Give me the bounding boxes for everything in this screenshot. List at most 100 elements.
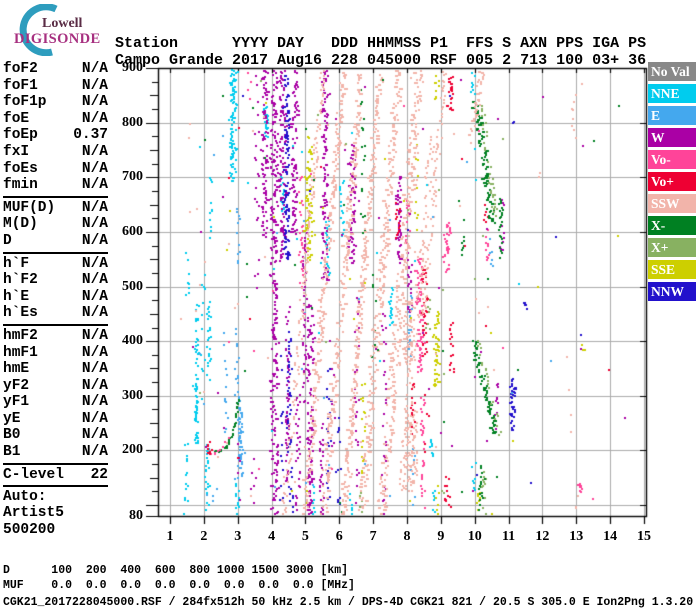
color-legend: No Val NNE E W Vo- Vo+ SSW X- X+ SSE NNW (648, 62, 698, 304)
param-row-d: D N/A (3, 233, 108, 250)
param-label: hmE (3, 361, 30, 378)
y-tick-label: 600 (122, 223, 143, 239)
param-row-ye: yE N/A (3, 411, 108, 428)
param-value: N/A (81, 94, 108, 111)
x-tick-label: 5 (301, 529, 309, 544)
param-value: N/A (81, 444, 108, 461)
param-label: hmF2 (3, 327, 38, 344)
legend-item-vo+: Vo+ (648, 172, 696, 191)
param-value: N/A (81, 288, 108, 305)
param-label: yF2 (3, 377, 30, 394)
param-value: N/A (81, 361, 108, 378)
y-tick-label: 300 (122, 387, 143, 403)
muf-row: MUF 0.0 0.0 0.0 0.0 0.0 0.0 0.0 0.0 [MHz… (3, 579, 355, 592)
param-label: foF2 (3, 61, 38, 77)
param-row-hme: hmE N/A (3, 361, 108, 378)
param-row-foe: foE N/A (3, 111, 108, 128)
param-value: N/A (81, 305, 108, 322)
x-tick-label: 1 (166, 529, 174, 544)
param-label: M(D) (3, 216, 38, 233)
y-tick-label: 500 (122, 278, 143, 294)
param-label: foF1 (3, 77, 38, 94)
param-row-fof1: foF1 N/A (3, 78, 108, 95)
header-line2: Campo Grande 2017 Aug16 228 045000 RSF 0… (115, 52, 647, 69)
param-group: C-level 22 (3, 467, 108, 488)
param-value: N/A (81, 272, 108, 289)
param-row-fmin: fmin N/A (3, 177, 108, 194)
lowell-digisonde-logo: Lowell DIGISONDE (6, 3, 111, 57)
legend-item-sse: SSE (648, 260, 696, 279)
autoscale-info-line: Artist5 (3, 505, 64, 522)
param-group: h`F N/A h`F2 N/A h`E N/A h`Es N/A (3, 256, 108, 326)
param-label: B1 (3, 444, 21, 461)
x-tick-label: 9 (437, 529, 445, 544)
param-value: N/A (81, 199, 108, 216)
x-tick-label: 4 (268, 529, 276, 544)
param-label: MUF(D) (3, 199, 56, 216)
param-row-hmf2: hmF2 N/A (3, 328, 108, 345)
parameters-panel: foF2 N/A foF1 N/A foF1p N/A foE N/A foEp 0.37 fxI N… (3, 61, 108, 538)
param-row-fof2: foF2 N/A (3, 61, 108, 78)
param-label: foE (3, 110, 30, 127)
param-row-yf1: yF1 N/A (3, 394, 108, 411)
y-tick-label: 800 (122, 114, 143, 130)
param-label: fxI (3, 143, 30, 160)
param-value: N/A (81, 327, 108, 344)
param-value: N/A (81, 410, 108, 427)
x-tick-label: 13 (569, 529, 584, 544)
legend-item-x-: X- (648, 216, 696, 235)
param-label: D (3, 232, 12, 249)
x-tick-label: 8 (403, 529, 411, 544)
x-tick-label: 12 (535, 529, 550, 544)
legend-item-ssw: SSW (648, 194, 696, 213)
param-label: h`F (3, 255, 30, 272)
param-label: fmin (3, 177, 38, 194)
param-value: N/A (81, 377, 108, 394)
d-row: D 100 200 400 600 800 1000 1500 3000 [km… (3, 563, 349, 577)
distance-muf-table: D 100 200 400 600 800 1000 1500 3000 [km… (3, 563, 355, 594)
param-value: N/A (81, 143, 108, 160)
autoscale-info-line: Auto: (3, 489, 47, 506)
x-tick-label: 11 (501, 529, 516, 544)
param-row-foep: foEp 0.37 (3, 127, 108, 144)
header-line1: Station YYYY DAY DDD HHMMSS P1 FFS S AXN… (115, 35, 647, 52)
param-label: hmF1 (3, 344, 38, 361)
param-value: N/A (81, 110, 108, 127)
logo-text-digisonde: DIGISONDE (14, 31, 101, 47)
param-row-md: M(D) N/A (3, 216, 108, 233)
param-row-yf2: yF2 N/A (3, 378, 108, 395)
param-group: foF2 N/A foF1 N/A foF1p N/A foE N/A foEp 0.37 fxI N… (3, 61, 108, 198)
param-value: 22 (90, 466, 108, 483)
param-group: MUF(D) N/A M(D) N/A D N/A (3, 200, 108, 254)
x-tick-label: 10 (467, 529, 482, 544)
legend-item-nne: NNE (648, 84, 696, 103)
param-row-hmf1: hmF1 N/A (3, 345, 108, 362)
param-value: N/A (81, 394, 108, 411)
param-row-b0: B0 N/A (3, 427, 108, 444)
y-tick-label: 400 (122, 333, 143, 349)
legend-item-e: E (648, 106, 696, 125)
param-value: N/A (81, 77, 108, 94)
x-tick-label: 2 (200, 529, 208, 544)
param-value: 0.37 (73, 127, 108, 144)
param-value: N/A (81, 232, 108, 249)
param-row-fof1p: foF1p N/A (3, 94, 108, 111)
x-tick-label: 7 (369, 529, 377, 544)
param-label: C-level (3, 466, 64, 483)
legend-item-nnw: NNW (648, 282, 696, 301)
param-value: N/A (81, 160, 108, 177)
status-line: CGK21_2017228045000.RSF / 284fx512h 50 k… (3, 595, 694, 609)
param-value: N/A (81, 344, 108, 361)
legend-item-x+: X+ (648, 238, 696, 257)
param-label: foF1p (3, 94, 47, 111)
param-group: hmF2 N/A hmF1 N/A hmE N/A yF2 N/A yF1 N/A yE N/A B0 N… (3, 328, 108, 465)
param-row-hf: h`F N/A (3, 256, 108, 273)
param-value: N/A (81, 427, 108, 444)
x-tick-label: 3 (234, 529, 242, 544)
y-tick-label: 900 (122, 60, 143, 75)
param-label: foEs (3, 160, 38, 177)
param-row-hf2: h`F2 N/A (3, 272, 108, 289)
param-row-hes: h`Es N/A (3, 305, 108, 322)
legend-item-noval: No Val (648, 62, 696, 81)
param-label: h`F2 (3, 272, 38, 289)
